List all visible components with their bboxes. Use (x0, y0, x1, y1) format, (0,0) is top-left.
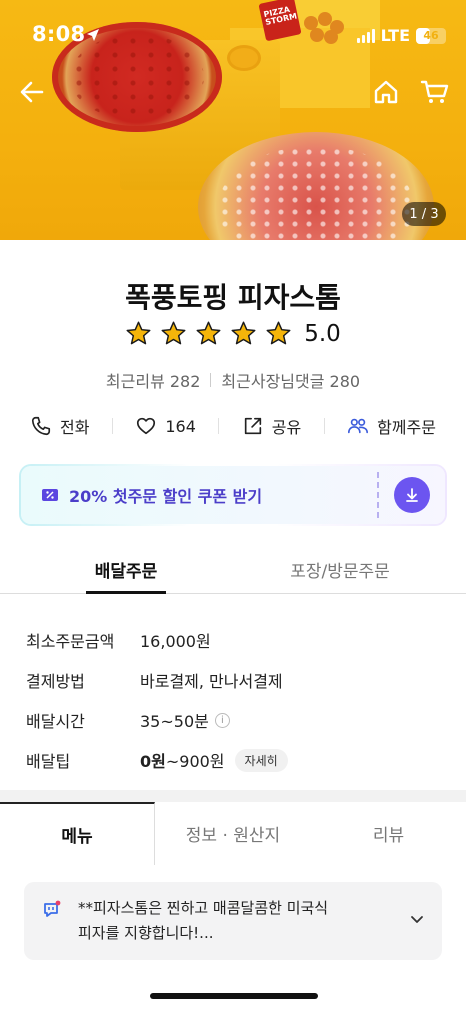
info-row-tip: 배달팁 0원~900원 자세히 (26, 740, 446, 780)
payment-label: 결제방법 (26, 672, 85, 691)
battery-level: 46 (423, 29, 439, 42)
owner-replies-link[interactable]: 최근사장님댓글 280 (221, 368, 360, 392)
coupon-download-button[interactable] (393, 477, 430, 513)
download-icon (405, 488, 418, 502)
review-summary[interactable]: 최근리뷰 282 최근사장님댓글 280 (0, 368, 466, 392)
info-row-min-order: 최소주문금액 16,000원 (26, 620, 446, 660)
delivery-time-label: 배달시간 (26, 712, 85, 731)
tab-info-origin[interactable]: 정보 · 원산지 (155, 802, 311, 864)
coupon-icon (42, 489, 58, 501)
divider (210, 373, 212, 387)
coupon-banner[interactable]: 20% 첫주문 할인 쿠폰 받기 (19, 464, 447, 526)
hero-image-carousel[interactable]: PIZZA STORM 8:08 LTE 46 1 / 3 (0, 0, 466, 240)
heart-icon (137, 417, 156, 435)
notice-text: **피자스톰은 찐하고 매콤달콤한 미국식 피자를 지향합니다!... (78, 896, 398, 946)
delivery-info: 최소주문금액 16,000원 결제방법 바로결제, 만나서결제 배달시간 35~… (26, 620, 446, 780)
coupon-text: 20% 첫주문 할인 쿠폰 받기 (69, 487, 263, 506)
signal-icon (356, 28, 375, 43)
image-page-counter: 1 / 3 (402, 202, 446, 226)
order-type-tabs: 배달주문 포장/방문주문 (0, 546, 466, 594)
group-order-button[interactable]: 함께주문 (347, 414, 436, 438)
tab-reviews[interactable]: 리뷰 (311, 802, 466, 864)
chevron-down-icon[interactable] (410, 912, 424, 926)
tab-pickup-order[interactable]: 포장/방문주문 (270, 546, 410, 592)
section-divider (0, 790, 466, 802)
star-icon (231, 321, 256, 345)
star-icon (196, 321, 221, 345)
divider (111, 418, 113, 434)
cart-icon[interactable] (420, 78, 450, 106)
phone-icon (31, 416, 51, 436)
share-label: 공유 (271, 418, 302, 437)
pizza-box-image: PIZZA STORM (258, 0, 302, 42)
call-label: 전화 (60, 418, 90, 437)
status-time: 8:08 (32, 22, 86, 46)
home-icon[interactable] (372, 78, 400, 106)
group-order-label: 함께주문 (377, 418, 436, 437)
tip-label: 배달팁 (26, 752, 71, 771)
min-order-value: 16,000원 (140, 632, 211, 651)
notice-line-2: 피자를 지향합니다!... (78, 924, 214, 942)
store-name: 폭풍토핑 피자스톰 (125, 281, 341, 314)
info-row-delivery-time: 배달시간 35~50분 i (26, 700, 446, 740)
info-row-payment: 결제방법 바로결제, 만나서결제 (26, 660, 446, 700)
call-button[interactable]: 전화 (30, 414, 89, 438)
favorite-button[interactable]: 164 (135, 415, 196, 437)
status-right: LTE 46 (356, 26, 446, 45)
notice-icon (44, 900, 61, 917)
divider (218, 418, 220, 434)
tab-menu[interactable]: 메뉴 (0, 802, 155, 865)
delivery-time-value: 35~50분 (140, 712, 209, 731)
rating-score: 5.0 (304, 320, 341, 347)
tab-delivery-order[interactable]: 배달주문 (86, 546, 166, 594)
store-actions: 전화 164 공유 함께주문 (30, 414, 436, 438)
network-label: LTE (380, 26, 410, 45)
tip-max-value: ~900원 (165, 752, 225, 771)
back-arrow-icon[interactable] (18, 78, 46, 106)
info-icon[interactable]: i (214, 712, 230, 728)
cheese-balls-image (300, 10, 344, 46)
home-indicator (150, 993, 318, 999)
sauce-cup-image (230, 48, 258, 68)
favorite-count: 164 (165, 416, 196, 436)
min-order-label: 최소주문금액 (26, 632, 115, 651)
box-label: PIZZA STORM (262, 4, 298, 28)
star-icon (126, 321, 151, 345)
payment-value: 바로결제, 만나서결제 (140, 672, 283, 691)
recent-reviews-link[interactable]: 최근리뷰 282 (106, 368, 201, 392)
coupon-download-area[interactable] (378, 466, 445, 524)
location-arrow-icon (87, 29, 99, 41)
divider (323, 418, 325, 434)
coupon-label-area[interactable]: 20% 첫주문 할인 쿠폰 받기 (21, 466, 377, 524)
tip-detail-button[interactable]: 자세히 (234, 748, 288, 772)
store-notice[interactable]: **피자스톰은 찐하고 매콤달콤한 미국식 피자를 지향합니다!... (24, 882, 442, 960)
notice-line-1: **피자스톰은 찐하고 매콤달콤한 미국식 (78, 899, 329, 917)
battery-icon: 46 (416, 27, 446, 44)
menu-tabs: 메뉴 정보 · 원산지 리뷰 (0, 802, 466, 865)
rating-row[interactable]: 5.0 (0, 320, 466, 347)
star-icon (161, 321, 186, 345)
star-icon (266, 321, 291, 345)
share-icon (244, 417, 261, 435)
tip-min-value: 0원 (140, 752, 166, 771)
group-icon (348, 418, 369, 434)
share-button[interactable]: 공유 (242, 414, 301, 438)
